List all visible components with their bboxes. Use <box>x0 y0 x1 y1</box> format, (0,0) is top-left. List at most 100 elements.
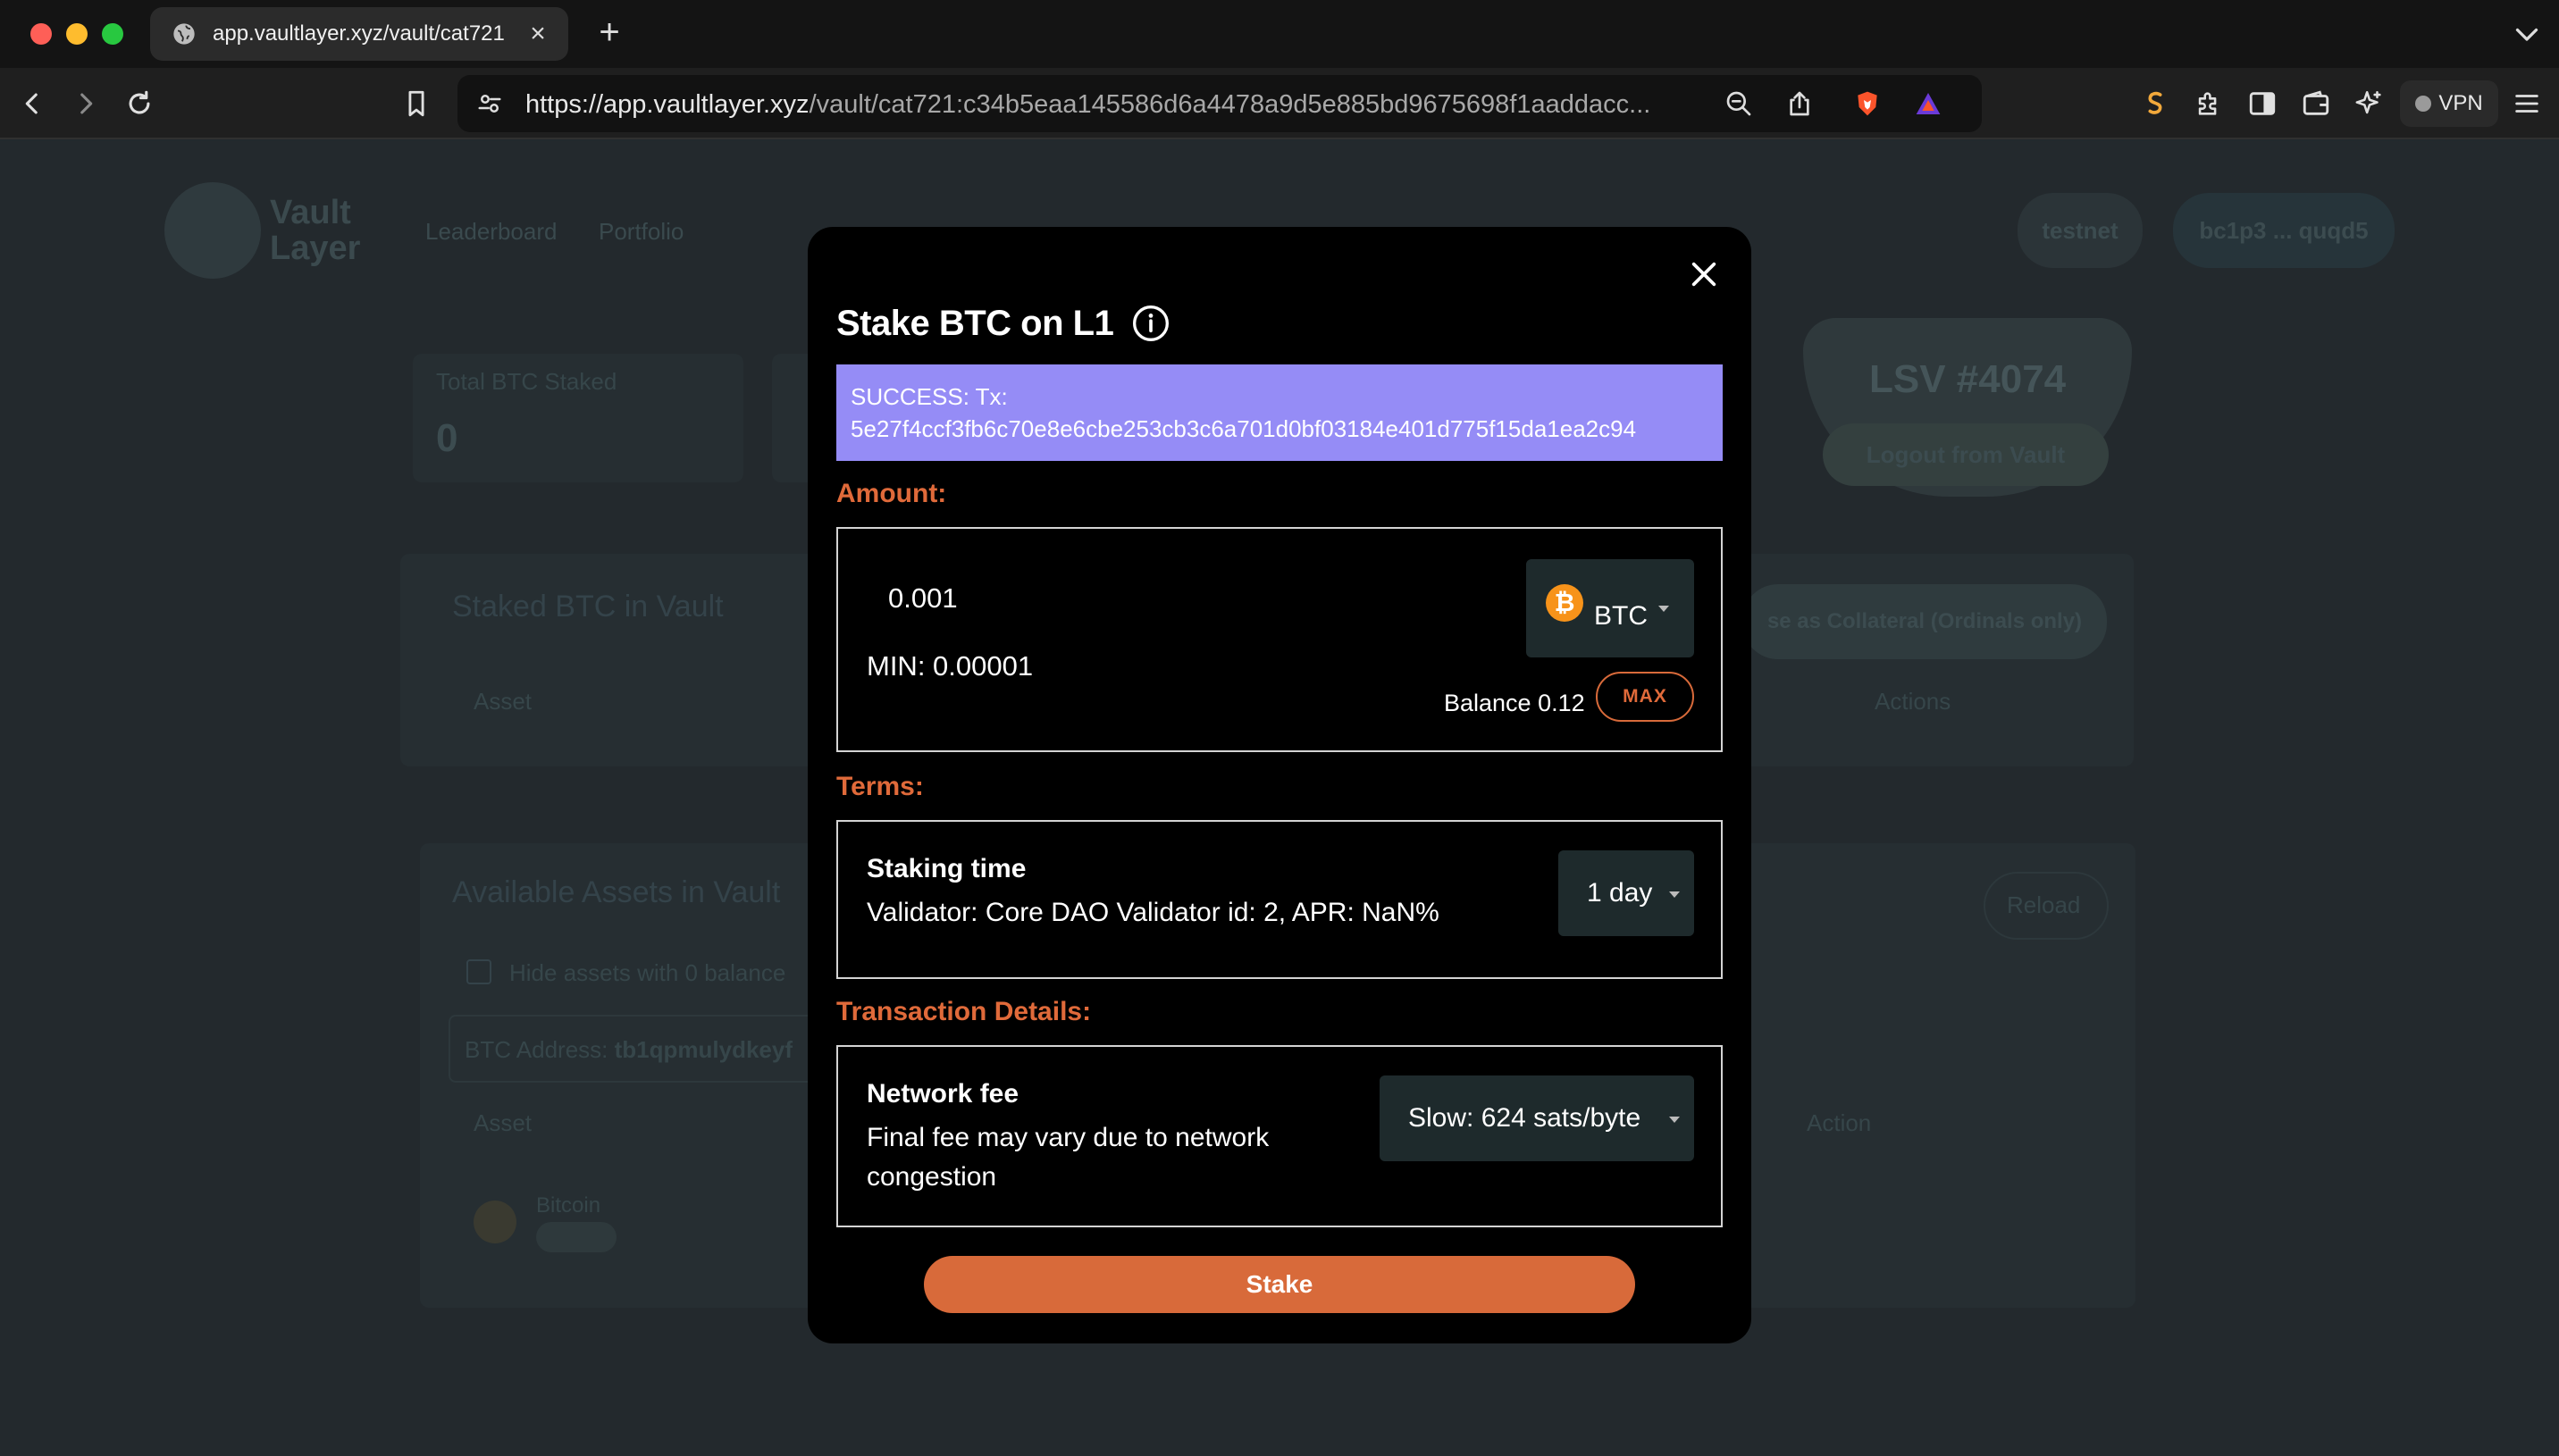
wallet-address-pill: bc1p3 ... quqd5 <box>2173 193 2395 268</box>
staked-asset-column: Asset <box>474 688 533 715</box>
browser-tab-bar: app.vaultlayer.xyz/vault/cat721 × + <box>0 0 2559 68</box>
url-host: https://app.vaultlayer.xyz <box>525 90 810 119</box>
url-path: /vault/cat721:c34b5eaa145586d6a4478a9d5e… <box>809 90 1651 119</box>
nav-leaderboard: Leaderboard <box>425 218 558 245</box>
sidebar-icon <box>2249 92 2276 115</box>
bitcoin-icon <box>474 1201 516 1243</box>
caret-down-icon <box>1669 1117 1680 1123</box>
sparkle-icon <box>2355 90 2381 114</box>
new-tab-button[interactable]: + <box>590 13 629 52</box>
modal-title: Stake BTC on L1 <box>836 303 1114 343</box>
staking-time-select[interactable]: 1 day <box>1558 850 1694 936</box>
zoom-icon[interactable] <box>1723 88 1755 120</box>
vpn-label: VPN <box>2438 91 2483 115</box>
url-text[interactable]: https://app.vaultlayer.xyz/vault/cat721:… <box>525 90 1714 120</box>
validator-text: Validator: Core DAO Validator id: 2, APR… <box>867 898 1439 927</box>
vault-layer-logo-icon <box>164 182 261 279</box>
token-select[interactable]: ₿ BTC <box>1526 559 1694 657</box>
puzzle-icon <box>2198 92 2217 115</box>
token-symbol: BTC <box>1594 601 1648 631</box>
bitcoin-chain-badges <box>536 1222 617 1252</box>
globe-icon <box>173 23 195 45</box>
info-icon[interactable] <box>1131 304 1170 343</box>
network-fee-title: Network fee <box>867 1079 1019 1109</box>
sidebar-button[interactable] <box>2243 84 2282 123</box>
browser-toolbar: https://app.vaultlayer.xyz/vault/cat721:… <box>0 68 2559 139</box>
extension-button[interactable] <box>2135 84 2175 123</box>
wallet-icon <box>2303 90 2329 115</box>
amount-label: Amount: <box>836 479 947 508</box>
tx-details-label: Transaction Details: <box>836 997 1092 1026</box>
total-staked-label: Total BTC Staked <box>436 368 617 395</box>
reload-icon <box>129 90 150 114</box>
success-tx-hash: 5e27f4ccf3fb6c70e8e6cbe253cb3c6a701d0bf0… <box>851 415 1637 442</box>
wallet-button[interactable] <box>2296 84 2336 123</box>
staking-time-value: 1 day <box>1587 878 1653 908</box>
tab-close-icon[interactable]: × <box>524 19 552 48</box>
modal-close-button[interactable] <box>1685 255 1723 293</box>
btc-address-label: BTC Address: tb1qpmulydkeyf <box>465 1036 793 1063</box>
lsv-label: LSV #4074 <box>1869 357 2067 401</box>
available-action-column: Action <box>1807 1109 1872 1136</box>
bookmark-button[interactable] <box>397 84 436 123</box>
brave-rewards-icon[interactable] <box>1912 88 1944 120</box>
chevron-down-icon[interactable] <box>2511 18 2543 50</box>
terms-label: Terms: <box>836 772 924 801</box>
nav-portfolio: Portfolio <box>599 218 684 245</box>
stake-modal: Stake BTC on L1 SUCCESS: Tx: 5e27f4ccf3f… <box>808 227 1751 1343</box>
stake-button[interactable]: Stake <box>924 1256 1635 1313</box>
collateral-button: se as Collateral (Ordinals only) <box>1742 584 2107 659</box>
close-icon <box>1691 262 1716 287</box>
terms-box: Staking time Validator: Core DAO Validat… <box>836 820 1723 979</box>
fee-select[interactable]: Slow: 624 sats/byte <box>1380 1075 1694 1161</box>
vpn-status-icon <box>2415 96 2432 112</box>
available-asset-column: Asset <box>474 1109 533 1136</box>
forward-button[interactable] <box>66 84 105 123</box>
address-bar[interactable]: https://app.vaultlayer.xyz/vault/cat721:… <box>457 75 1982 132</box>
staked-actions-column: Actions <box>1875 688 1951 715</box>
min-amount-text: MIN: 0.00001 <box>867 650 1034 682</box>
logout-button: Logout from Vault <box>1823 423 2109 486</box>
network-badge: testnet <box>2018 193 2143 268</box>
amount-input[interactable]: 0.001 <box>888 582 958 615</box>
bookmark-icon <box>408 90 424 117</box>
browser-tab-active[interactable]: app.vaultlayer.xyz/vault/cat721 × <box>150 7 568 61</box>
leo-ai-button[interactable] <box>2350 84 2389 123</box>
tx-details-box: Network fee Final fee may vary due to ne… <box>836 1045 1723 1227</box>
staking-time-title: Staking time <box>867 854 1027 883</box>
reload-label: Reload <box>2007 891 2081 918</box>
hide-zero-label: Hide assets with 0 balance <box>509 959 786 986</box>
forward-arrow-icon <box>80 93 93 114</box>
bitcoin-label: Bitcoin <box>536 1193 601 1218</box>
vpn-button[interactable]: VPN <box>2400 80 2498 127</box>
network-fee-note: Final fee may vary due to network conges… <box>867 1123 1270 1192</box>
max-button[interactable]: MAX <box>1596 672 1694 722</box>
fee-option-value: Slow: 624 sats/byte <box>1408 1103 1641 1133</box>
back-arrow-icon <box>25 93 38 114</box>
tab-title: app.vaultlayer.xyz/vault/cat721 <box>213 21 505 46</box>
success-banner: SUCCESS: Tx: 5e27f4ccf3fb6c70e8e6cbe253c… <box>836 364 1723 461</box>
staked-section-title: Staked BTC in Vault <box>452 590 724 623</box>
extensions-button[interactable] <box>2189 84 2228 123</box>
extension-s-icon <box>2148 91 2162 114</box>
hamburger-menu-icon <box>2515 95 2538 113</box>
caret-down-icon <box>1658 606 1669 612</box>
reload-button[interactable] <box>120 84 159 123</box>
window-maximize-button[interactable] <box>102 23 123 45</box>
share-icon[interactable] <box>1783 88 1816 120</box>
caret-down-icon <box>1669 891 1680 898</box>
back-button[interactable] <box>13 84 52 123</box>
brave-shields-icon[interactable] <box>1851 88 1884 120</box>
amount-box: 0.001 MIN: 0.00001 ₿ BTC Balance 0.12 MA… <box>836 527 1723 752</box>
window-minimize-button[interactable] <box>66 23 88 45</box>
balance-text: Balance 0.12 <box>1444 690 1585 716</box>
window-close-button[interactable] <box>30 23 52 45</box>
modal-header: Stake BTC on L1 <box>836 298 1170 348</box>
vault-layer-logo-text: Vault Layer <box>270 194 361 267</box>
menu-button[interactable] <box>2507 84 2546 123</box>
total-staked-value: 0 <box>436 416 458 460</box>
site-settings-icon[interactable] <box>474 88 506 120</box>
hide-zero-checkbox <box>466 959 491 984</box>
success-label: SUCCESS: Tx: <box>851 383 1008 410</box>
available-section-title: Available Assets in Vault <box>452 875 781 909</box>
